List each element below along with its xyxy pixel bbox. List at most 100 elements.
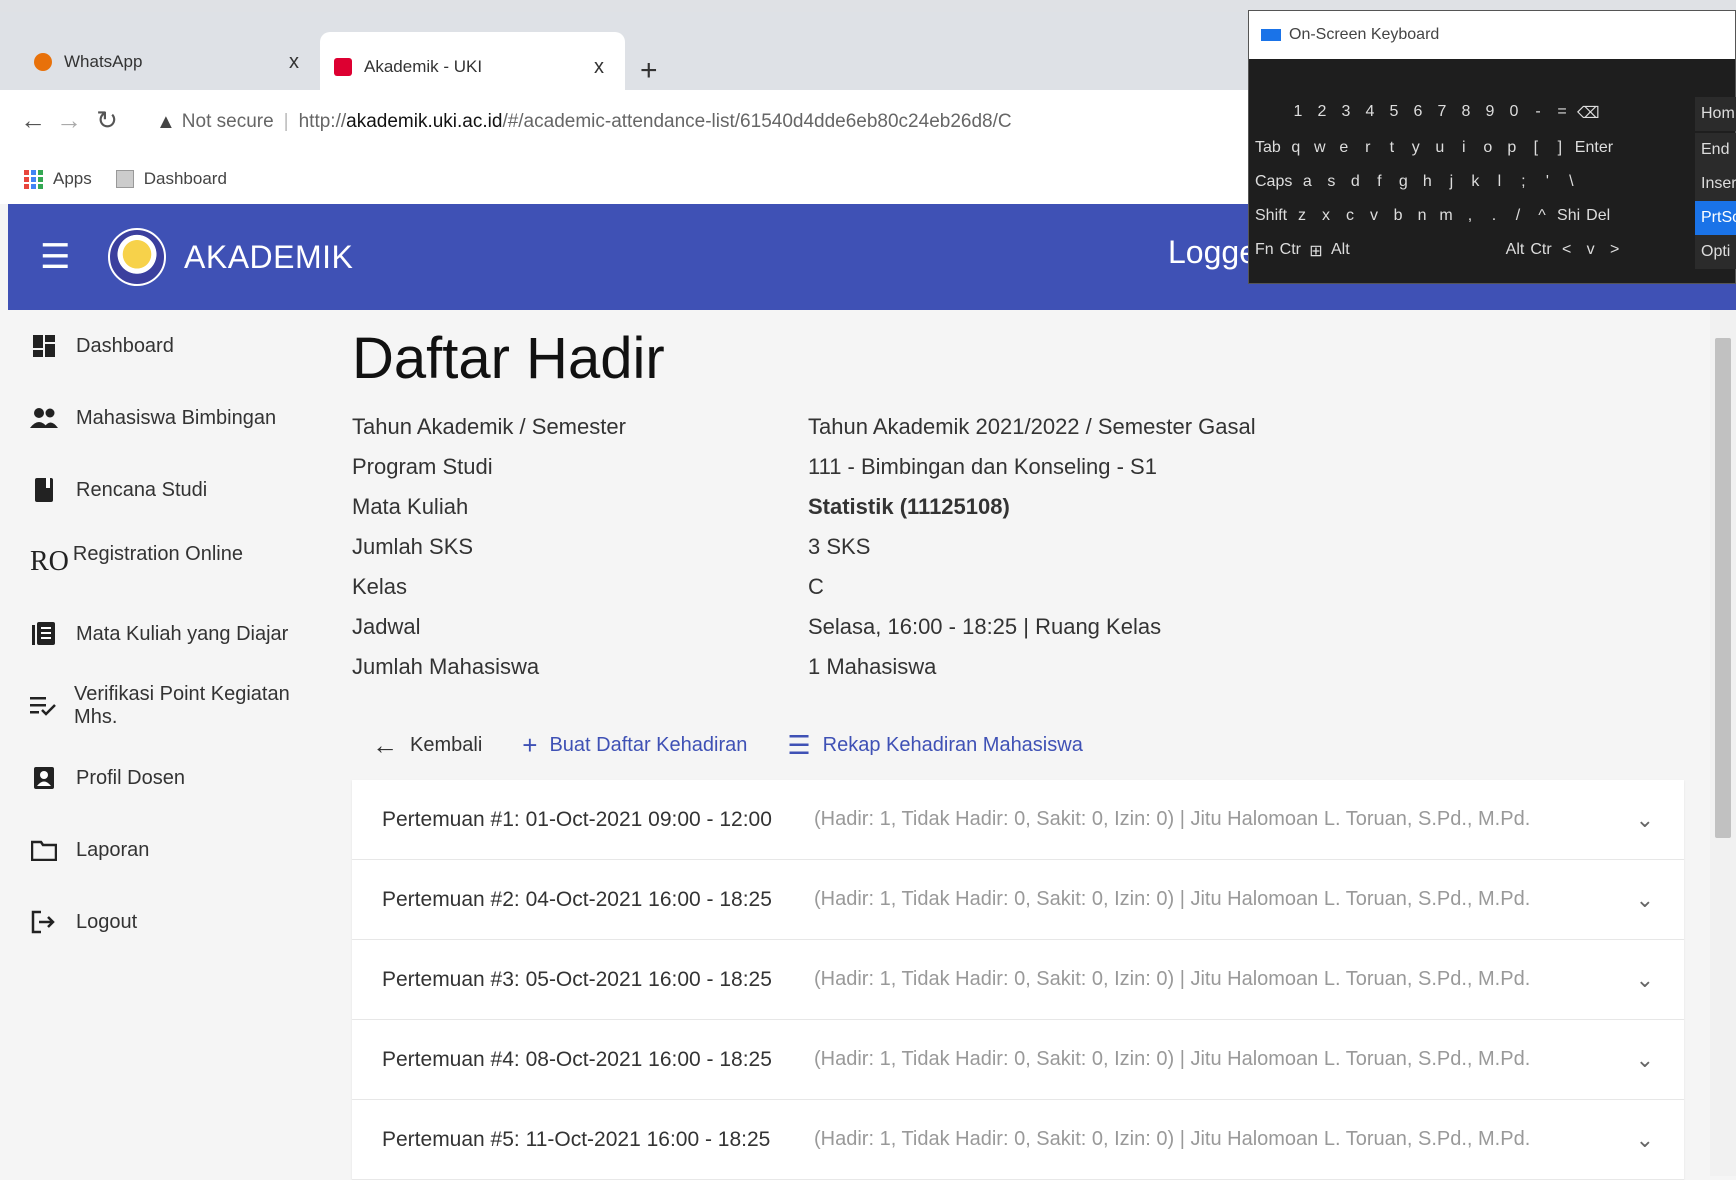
chevron-down-icon[interactable]: ⌄ [1636, 1127, 1654, 1153]
sidebar-item-logout[interactable]: Logout [30, 902, 137, 942]
create-attendance-button[interactable]: + Buat Daftar Kehadiran [522, 730, 747, 761]
osk-key[interactable]: . [1485, 207, 1503, 225]
osk-key[interactable]: x [1317, 207, 1335, 225]
osk-key[interactable]: z [1293, 207, 1311, 225]
osk-key[interactable]: o [1479, 139, 1497, 157]
sidebar-item-verifikasi-point[interactable]: Verifikasi Point Kegiatan Mhs. [30, 683, 320, 728]
osk-key[interactable]: Ctr [1280, 241, 1301, 261]
osk-key[interactable]: ' [1538, 173, 1556, 191]
osk-key[interactable]: 7 [1433, 103, 1451, 123]
reload-icon[interactable]: ↻ [92, 102, 122, 138]
sidebar-item-laporan[interactable]: Laporan [30, 830, 149, 870]
osk-key[interactable]: y [1407, 139, 1425, 157]
osk-titlebar[interactable]: On-Screen Keyboard [1249, 11, 1735, 59]
osk-key[interactable]: i [1455, 139, 1473, 157]
osk-key[interactable]: k [1466, 173, 1484, 191]
osk-key[interactable]: j [1442, 173, 1460, 191]
osk-key[interactable]: 0 [1505, 103, 1523, 123]
osk-key[interactable]: \ [1562, 173, 1580, 191]
osk-key[interactable]: v [1365, 207, 1383, 225]
osk-key[interactable]: 6 [1409, 103, 1427, 123]
osk-key-insert[interactable]: Inser [1695, 167, 1736, 201]
close-icon[interactable]: x [587, 56, 611, 79]
back-button[interactable]: ← Kembali [372, 730, 482, 761]
osk-key[interactable]: 1 [1289, 103, 1307, 123]
osk-key[interactable]: t [1383, 139, 1401, 157]
osk-key[interactable]: Enter [1575, 139, 1613, 157]
sidebar-item-mahasiswa-bimbingan[interactable]: Mahasiswa Bimbingan [30, 398, 276, 438]
osk-key[interactable]: Alt [1331, 241, 1350, 261]
chevron-down-icon[interactable]: ⌄ [1636, 807, 1654, 833]
list-item[interactable]: Pertemuan #4: 08-Oct-2021 16:00 - 18:25 … [352, 1020, 1684, 1100]
osk-key[interactable]: , [1461, 207, 1479, 225]
osk-key[interactable]: q [1287, 139, 1305, 157]
osk-key[interactable]: 4 [1361, 103, 1379, 123]
osk-key[interactable]: a [1298, 173, 1316, 191]
osk-key[interactable]: Ctr [1530, 241, 1551, 261]
osk-key[interactable]: Caps [1255, 173, 1292, 191]
osk-key[interactable]: ] [1551, 139, 1569, 157]
osk-key[interactable]: Fn [1255, 241, 1274, 261]
recap-attendance-button[interactable]: ☰ Rekap Kehadiran Mahasiswa [787, 730, 1082, 761]
new-tab-button[interactable]: + [640, 56, 658, 86]
osk-key[interactable]: f [1370, 173, 1388, 191]
chevron-down-icon[interactable]: ⌄ [1636, 967, 1654, 993]
sidebar-item-registration-online[interactable]: RO Registration Online [30, 542, 243, 582]
close-icon[interactable]: x [282, 51, 306, 74]
bookmark-apps[interactable]: Apps [24, 169, 92, 189]
osk-key[interactable]: 2 [1313, 103, 1331, 123]
chevron-down-icon[interactable]: ⌄ [1636, 887, 1654, 913]
osk-key[interactable]: c [1341, 207, 1359, 225]
bookmark-dashboard[interactable]: Dashboard [115, 169, 227, 189]
osk-key[interactable]: ^ [1533, 207, 1551, 225]
osk-key[interactable]: = [1553, 103, 1571, 123]
osk-key-home[interactable]: Hom [1695, 97, 1736, 131]
osk-key[interactable]: 5 [1385, 103, 1403, 123]
tab-whatsapp[interactable]: WhatsApp x [20, 34, 320, 90]
osk-key[interactable]: / [1509, 207, 1527, 225]
warning-icon[interactable]: ▲ [156, 111, 176, 134]
sidebar-item-profil-dosen[interactable]: Profil Dosen [30, 758, 185, 798]
back-arrow-icon[interactable]: ← [18, 102, 48, 138]
osk-key-end[interactable]: End [1695, 133, 1736, 167]
url-field[interactable]: ▲ Not secure | http://akademik.uki.ac.id… [150, 102, 1250, 142]
osk-key[interactable]: m [1437, 207, 1455, 225]
osk-key[interactable]: r [1359, 139, 1377, 157]
list-item[interactable]: Pertemuan #2: 04-Oct-2021 16:00 - 18:25 … [352, 860, 1684, 940]
backspace-icon[interactable]: ⌫ [1577, 103, 1600, 123]
page-scrollbar[interactable] [1710, 310, 1736, 1176]
osk-key[interactable]: Tab [1255, 139, 1281, 157]
osk-key[interactable]: b [1389, 207, 1407, 225]
osk-key[interactable]: d [1346, 173, 1364, 191]
osk-key[interactable]: s [1322, 173, 1340, 191]
osk-key[interactable]: Alt [1506, 241, 1525, 261]
osk-key[interactable]: w [1311, 139, 1329, 157]
sidebar-item-mata-kuliah[interactable]: Mata Kuliah yang Diajar [30, 614, 288, 654]
osk-key[interactable]: > [1606, 241, 1624, 261]
osk-key[interactable]: < [1558, 241, 1576, 261]
forward-arrow-icon[interactable]: → [54, 102, 84, 138]
osk-key[interactable]: Shi [1557, 207, 1580, 225]
osk-key[interactable]: g [1394, 173, 1412, 191]
list-item[interactable]: Pertemuan #5: 11-Oct-2021 16:00 - 18:25 … [352, 1100, 1684, 1180]
sidebar-item-rencana-studi[interactable]: Rencana Studi [30, 470, 207, 510]
list-item[interactable]: Pertemuan #1: 01-Oct-2021 09:00 - 12:00 … [352, 780, 1684, 860]
osk-key-prtsc[interactable]: PrtSc [1695, 201, 1736, 235]
osk-key[interactable]: Del [1586, 207, 1610, 225]
windows-icon[interactable]: ⊞ [1307, 241, 1325, 261]
osk-key[interactable]: - [1529, 103, 1547, 123]
osk-key[interactable]: p [1503, 139, 1521, 157]
sidebar-item-dashboard[interactable]: Dashboard [30, 326, 174, 366]
osk-key[interactable]: 9 [1481, 103, 1499, 123]
osk-key[interactable]: l [1490, 173, 1508, 191]
menu-icon[interactable]: ☰ [40, 237, 80, 277]
osk-key[interactable]: e [1335, 139, 1353, 157]
osk-key-options[interactable]: Opti [1695, 235, 1736, 269]
osk-key[interactable]: 3 [1337, 103, 1355, 123]
osk-key[interactable]: v [1582, 241, 1600, 261]
osk-key[interactable]: ; [1514, 173, 1532, 191]
security-label[interactable]: Not secure [182, 111, 274, 133]
osk-key[interactable]: u [1431, 139, 1449, 157]
scrollbar-thumb[interactable] [1715, 338, 1731, 838]
osk-key[interactable]: 8 [1457, 103, 1475, 123]
